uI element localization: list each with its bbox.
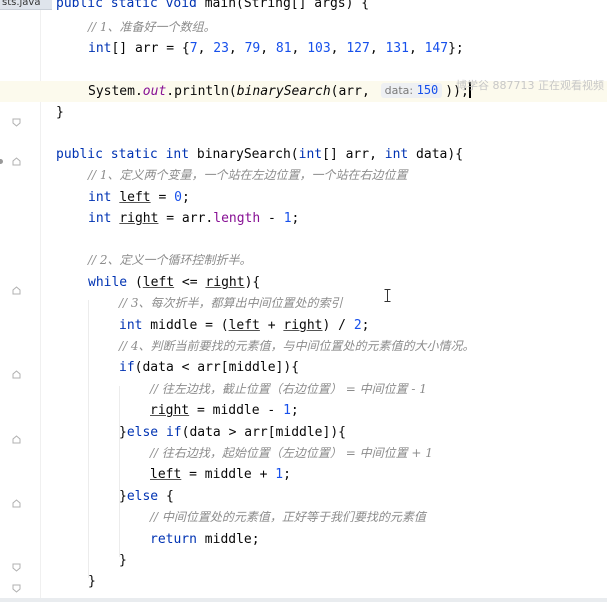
indent-guide: [119, 386, 120, 557]
fold-end-icon[interactable]: [12, 118, 21, 127]
code-line[interactable]: // 3、每次折半，都算出中间位置处的索引: [0, 293, 607, 314]
code-text: System.out.println(binarySearch(arr, dat…: [88, 82, 471, 99]
code-line[interactable]: right = middle - 1;: [0, 400, 607, 421]
code-text: // 2、定义一个循环控制折半。: [88, 253, 252, 267]
code-line[interactable]: public static void main(String[] args) {: [0, 0, 607, 14]
code-text: return middle;: [150, 532, 260, 547]
code-line[interactable]: // 1、定义两个变量，一个站在左边位置，一个站在右边位置: [0, 165, 607, 186]
code-line[interactable]: int middle = (left + right) / 2;: [0, 315, 607, 336]
code-text: int right = arr.length - 1;: [88, 211, 300, 226]
code-text: // 4、判断当前要找的元素值，与中间位置处的元素值的大小情况。: [119, 339, 475, 353]
code-line[interactable]: // 往右边找，起始位置（左边位置） = 中间位置 + 1: [0, 443, 607, 464]
code-text: int middle = (left + right) / 2;: [119, 318, 370, 333]
text-cursor-icon: [384, 287, 391, 302]
code-line[interactable]: int left = 0;: [0, 187, 607, 208]
code-text: int left = 0;: [88, 190, 190, 205]
code-line[interactable]: // 4、判断当前要找的元素值，与中间位置处的元素值的大小情况。: [0, 336, 607, 357]
code-line[interactable]: }else if(data > arr[middle]){: [0, 422, 607, 443]
code-line[interactable]: return middle;: [0, 529, 607, 550]
fold-start-icon[interactable]: [12, 370, 21, 379]
code-line[interactable]: // 1、准备好一个数组。: [0, 17, 607, 38]
indent-guide: [88, 300, 89, 578]
tab-label: sts.java: [2, 0, 41, 8]
code-text: }: [119, 553, 127, 568]
code-text: // 中间位置处的元素值，正好等于我们要找的元素值: [150, 510, 426, 524]
code-text: // 1、准备好一个数组。: [88, 20, 216, 34]
code-line[interactable]: if(data < arr[middle]){: [0, 357, 607, 378]
watermark-text: 博学谷 887713 正在观看视频: [456, 79, 604, 92]
code-line[interactable]: int right = arr.length - 1;: [0, 208, 607, 229]
code-text: if(data < arr[middle]){: [119, 360, 300, 375]
code-text: left = middle + 1;: [150, 467, 291, 482]
fold-start-icon[interactable]: [12, 286, 21, 295]
code-text: }else if(data > arr[middle]){: [119, 425, 346, 440]
fold-start-icon[interactable]: [12, 157, 21, 166]
code-text: right = middle - 1;: [150, 403, 299, 418]
code-line[interactable]: // 2、定义一个循环控制折半。: [0, 250, 607, 271]
code-text: // 1、定义两个变量，一个站在左边位置，一个站在右边位置: [88, 168, 408, 182]
code-text: }else {: [119, 489, 174, 504]
fold-toggle-icon[interactable]: [12, 435, 21, 444]
code-text: // 往左边找，截止位置（右边位置） = 中间位置 - 1: [150, 382, 427, 396]
code-line[interactable]: }else {: [0, 486, 607, 507]
horizontal-scrollbar[interactable]: [0, 598, 607, 602]
code-line[interactable]: while (left <= right){: [0, 272, 607, 293]
code-text: // 往右边找，起始位置（左边位置） = 中间位置 + 1: [150, 446, 433, 460]
code-text: while (left <= right){: [88, 275, 261, 290]
editor-tab[interactable]: sts.java: [0, 0, 52, 10]
code-text: }: [88, 574, 96, 589]
code-line[interactable]: // 中间位置处的元素值，正好等于我们要找的元素值: [0, 507, 607, 528]
code-text: int[] arr = {7, 23, 79, 81, 103, 127, 13…: [88, 41, 464, 56]
fold-end-icon[interactable]: [12, 584, 21, 593]
code-line[interactable]: }: [0, 550, 607, 571]
code-text: public static int binarySearch(int[] arr…: [56, 147, 464, 162]
fold-end-icon[interactable]: [12, 563, 21, 572]
code-line[interactable]: }: [0, 571, 607, 592]
code-text: // 3、每次折半，都算出中间位置处的索引: [119, 296, 343, 310]
code-line[interactable]: }: [0, 102, 607, 123]
code-line[interactable]: // 往左边找，截止位置（右边位置） = 中间位置 - 1: [0, 379, 607, 400]
code-line[interactable]: int[] arr = {7, 23, 79, 81, 103, 127, 13…: [0, 38, 607, 59]
code-text: }: [56, 105, 64, 120]
code-text: public static void main(String[] args) {: [56, 0, 370, 11]
code-line[interactable]: public static int binarySearch(int[] arr…: [0, 144, 607, 165]
fold-toggle-icon[interactable]: [12, 499, 21, 508]
code-line[interactable]: left = middle + 1;: [0, 464, 607, 485]
